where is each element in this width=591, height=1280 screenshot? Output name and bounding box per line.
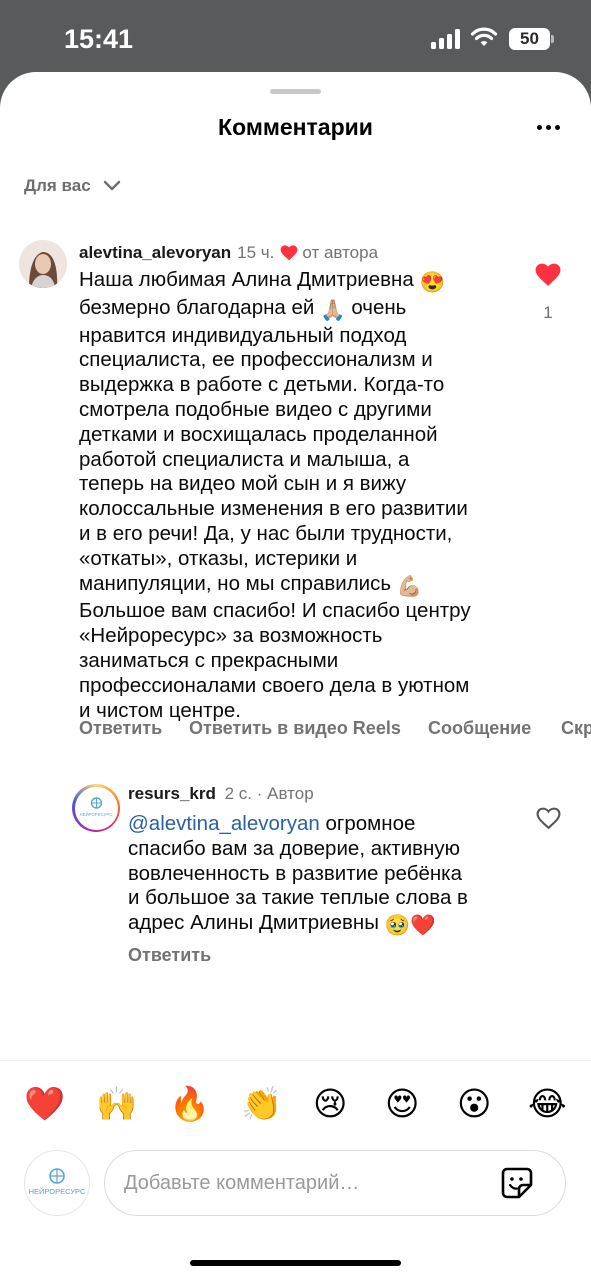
chevron-down-icon — [103, 180, 120, 191]
comment-line: манипуляции, но мы справились — [79, 571, 392, 595]
comment-line: колоссальные изменения в его развитии — [79, 497, 468, 521]
reply-text: @alevtina_alevoryan огромное спасибо вам… — [128, 812, 508, 939]
comment-line: специалиста, ее профессионализм и — [79, 348, 433, 372]
neuroresurs-logo-icon — [49, 1168, 65, 1184]
wifi-icon — [470, 27, 498, 46]
comment-line: и в его речи! Да, у нас были трудности, — [79, 521, 453, 545]
raised-hands-reaction-icon[interactable]: 🙌 — [96, 1084, 137, 1124]
comment-line: профессионалами своего дела в уютном — [79, 673, 470, 697]
author-badge: Автор — [267, 784, 314, 803]
fire-reaction-icon[interactable]: 🔥 — [169, 1084, 210, 1124]
crying-reaction-icon[interactable]: 😢 — [313, 1084, 347, 1124]
reply-button[interactable]: Ответить — [79, 718, 162, 739]
hide-button[interactable]: Скрыть — [561, 718, 591, 739]
comment-line: нравится индивидуальный подход — [79, 323, 407, 347]
comment-line: «откаты», отказы, истерики и — [79, 546, 358, 570]
neuroresurs-logo-icon — [90, 796, 102, 809]
holding-back-tears-emoji-icon: 🥹 — [384, 914, 411, 938]
comment-time: 15 ч. — [237, 243, 275, 262]
reply-header: resurs_krd 2 с. · Автор — [128, 784, 314, 804]
logo-wordmark: НЕЙРОРЕСУРС — [28, 1187, 86, 1196]
separator-dot: · — [256, 784, 263, 803]
reply-line: и большое за такие теплые слова в — [128, 886, 468, 910]
divider — [0, 1060, 591, 1061]
more-options-icon[interactable] — [530, 116, 566, 140]
battery-indicator: 50 — [509, 28, 550, 50]
reply-line: спасибо вам за доверие, активную — [128, 836, 460, 860]
user-avatar-image — [19, 240, 67, 288]
praying-hands-emoji-icon: 🙏🏼 — [320, 298, 346, 322]
drag-handle[interactable] — [270, 89, 321, 94]
sheet-title: Комментарии — [218, 114, 373, 140]
comment-line: «Нейроресурс» за возможность — [79, 624, 383, 648]
heart-reaction-icon[interactable]: ❤️ — [24, 1084, 65, 1124]
reply-in-reels-button[interactable]: Ответить в видео Reels — [189, 718, 401, 739]
red-heart-emoji-icon: ❤️ — [410, 914, 436, 938]
reply-reply-button[interactable]: Ответить — [128, 945, 211, 966]
author-like-label: от автора — [302, 243, 379, 262]
comment-input[interactable]: Добавьте комментарий… — [104, 1150, 566, 1216]
comment-actions: Ответить Ответить в видео Reels Сообщени… — [79, 718, 591, 742]
comment-line: работой специалиста и малыша, а — [79, 447, 410, 471]
heart-eyes-emoji-icon: 😍 — [419, 271, 445, 294]
comment-line: Наша любимая Алина Дмитриевна — [79, 268, 414, 291]
clapping-reaction-icon[interactable]: 👏 — [241, 1084, 282, 1124]
reply-like-heart-icon[interactable] — [536, 807, 561, 830]
comment-username[interactable]: alevtina_alevoryan — [79, 243, 231, 263]
comment-line: заниматься с прекрасными — [79, 648, 339, 672]
cellular-signal-icon — [431, 29, 463, 49]
author-heart-icon — [281, 245, 298, 261]
mention-link[interactable]: @alevtina_alevoryan — [128, 812, 320, 835]
comment-line: безмерно благодарна ей — [79, 295, 315, 319]
avatar[interactable] — [19, 240, 67, 288]
quick-reactions-bar: ❤️ 🙌 🔥 👏 😢 😍 😮 😂 — [24, 1084, 570, 1128]
message-button[interactable]: Сообщение — [428, 718, 531, 739]
flexed-biceps-emoji-icon: 💪🏼 — [396, 574, 423, 598]
comment-like-count: 1 — [543, 303, 553, 322]
reply-username[interactable]: resurs_krd — [128, 784, 216, 803]
my-avatar: НЕЙРОРЕСУРС — [24, 1150, 90, 1216]
avatar[interactable]: НЕЙРОРЕСУРС — [72, 784, 120, 832]
reply-line: огромное — [325, 812, 416, 835]
reply-time: 2 с. — [224, 784, 253, 803]
comments-sheet: Комментарии Для вас alevtina_alevoryan 1… — [0, 72, 591, 1280]
comment-line: выдержка в работе с детьми. Когда-то — [79, 373, 445, 397]
home-indicator — [190, 1260, 401, 1266]
reply-line: вовлеченность в развитие ребёнка — [128, 861, 462, 885]
battery-tip — [551, 35, 554, 43]
status-bar: 15:41 50 — [0, 0, 591, 72]
comment-line: смотрела подобные видео с другими — [79, 397, 432, 421]
comment-header: alevtina_alevoryan 15 ч. от автора — [79, 243, 378, 263]
comment-line: детками и восхищалась проделанной — [79, 422, 438, 446]
heart-eyes-reaction-icon[interactable]: 😍 — [385, 1084, 419, 1124]
comment-text: Наша любимая Алина Дмитриевна 😍 безмерно… — [79, 268, 524, 723]
logo-wordmark: НЕЙРОРЕСУРС — [79, 811, 113, 817]
comment-like-heart-icon[interactable] — [535, 263, 561, 287]
laughing-reaction-icon[interactable]: 😂 — [528, 1084, 567, 1124]
status-time: 15:41 — [64, 24, 134, 54]
comment-line: очень — [351, 295, 407, 319]
reply-line: адрес Алины Дмитриевны — [128, 911, 379, 935]
filter-label: Для вас — [24, 176, 91, 195]
comment-line: Большое вам спасибо! И спасибо центру — [79, 599, 471, 623]
sort-filter-dropdown[interactable]: Для вас — [24, 176, 121, 196]
surprised-reaction-icon[interactable]: 😮 — [457, 1084, 491, 1124]
comment-line: теперь на видео мой сын и я вижу — [79, 472, 407, 496]
sticker-icon[interactable] — [500, 1166, 534, 1200]
